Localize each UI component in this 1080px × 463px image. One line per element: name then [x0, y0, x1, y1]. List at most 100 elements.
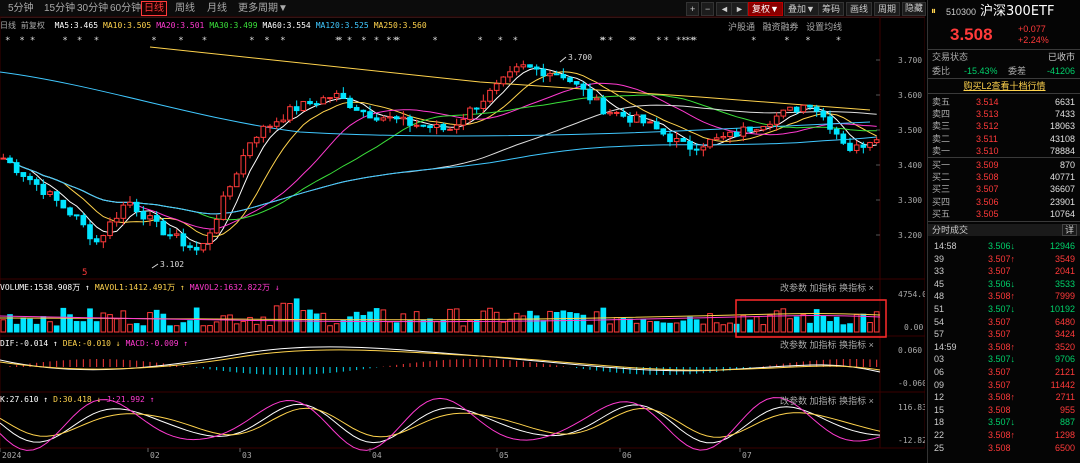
set-ma-button[interactable]: 设置均线: [806, 22, 842, 32]
candle-body: [387, 116, 393, 119]
volume-swap-indicator[interactable]: 换指标: [839, 283, 866, 293]
candle-body: [133, 201, 140, 213]
book-label: 卖五: [932, 97, 951, 107]
trade-price: 3.508: [988, 404, 1011, 415]
candle-body: [560, 74, 567, 79]
volume-legend: VOLUME:1538.908万 ↑ MAVOL1:1412.491万 ↑ MAVO…: [0, 282, 285, 293]
trade-row: 33 3.507 2041: [928, 265, 1080, 278]
candle-body: [653, 121, 660, 130]
bid-row[interactable]: 买四 3.506 23901: [928, 196, 1080, 208]
legend-item: MA120:3.525: [315, 21, 369, 30]
candle-body: [747, 126, 753, 132]
volume-edit-params[interactable]: 改参数: [780, 283, 807, 293]
bid-row[interactable]: 买三 3.507 36607: [928, 183, 1080, 195]
stock-connect-button[interactable]: 沪股通: [728, 22, 755, 32]
volume-bar: [673, 322, 680, 333]
trade-price: 3.507↑: [988, 253, 1016, 264]
margin-trading-button[interactable]: 融资融券: [763, 22, 799, 32]
volume-bar: [87, 308, 93, 333]
volume-bar: [7, 314, 13, 333]
volume-bar: [20, 317, 27, 333]
candle-body: [733, 131, 740, 137]
legend-item: MA250:3.560: [373, 21, 427, 30]
candle-body: [180, 233, 187, 247]
volume-bar: [793, 316, 800, 333]
volume-bar: [47, 321, 53, 333]
ask-row[interactable]: 卖二 3.511 43108: [928, 133, 1080, 145]
low-pointer: [151, 263, 159, 269]
legend-item: DEA:-0.010 ↓: [62, 339, 121, 348]
trade-price: 3.508↑: [988, 291, 1016, 302]
price-axis-label: 3.700: [898, 56, 922, 65]
volume-axis-min: 0.00: [904, 323, 923, 332]
ask-row[interactable]: 卖一 3.510 78884: [928, 145, 1080, 157]
candle-body: [500, 76, 507, 85]
trade-price: 3.507: [988, 366, 1011, 377]
trade-volume: 6480: [1054, 316, 1075, 327]
signal-star: *: [608, 36, 613, 46]
ask-row[interactable]: 卖五 3.514 6631: [928, 96, 1080, 108]
volume-add-indicator[interactable]: 加指标: [810, 283, 837, 293]
trade-price: 3.506↓: [988, 278, 1016, 289]
stock-name: 沪深300ETF: [980, 4, 1055, 19]
candle-body: [713, 137, 720, 140]
volume-bar: [460, 325, 467, 333]
volume-bar: [780, 308, 787, 333]
bid-row[interactable]: 买二 3.508 40771: [928, 171, 1080, 183]
legend-item: MA10:3.505: [103, 21, 152, 30]
ma-line: [3, 67, 877, 245]
volume-bar: [40, 316, 47, 333]
volume-bar: [547, 310, 553, 333]
candle-body: [780, 109, 787, 117]
volume-bar: [340, 319, 347, 333]
bid-row[interactable]: 买五 3.505 10764: [928, 208, 1080, 220]
kdj-add-indicator[interactable]: 加指标: [810, 396, 837, 406]
ask-row[interactable]: 卖四 3.513 7433: [928, 108, 1080, 120]
volume-bar: [687, 316, 693, 333]
macd-swap-indicator[interactable]: 换指标: [839, 340, 866, 350]
volume-bar: [527, 310, 533, 333]
kdj-close-icon[interactable]: ×: [869, 396, 874, 406]
signal-star: *: [361, 36, 366, 46]
ratio-value: -15.43%: [964, 66, 998, 76]
trade-time: 48: [934, 291, 945, 302]
candle-body: [533, 66, 540, 70]
trade-row: 15 3.508 955: [928, 404, 1080, 417]
signal-star: *: [386, 36, 391, 46]
candle-body: [87, 224, 93, 240]
volume-bar: [60, 307, 67, 333]
signal-star: *: [335, 36, 340, 46]
volume-bar: [627, 318, 633, 333]
volume-close-icon[interactable]: ×: [869, 283, 874, 293]
candle-body: [240, 155, 247, 175]
change-percent: +2.24%: [1018, 35, 1049, 45]
book-label: 买一: [932, 160, 951, 170]
trade-volume: 2711: [1055, 392, 1075, 403]
kdj-edit-params[interactable]: 改参数: [780, 396, 807, 406]
book-price: 3.511: [976, 133, 998, 144]
candle-body: [247, 142, 253, 157]
candle-body: [707, 138, 713, 148]
ask-row[interactable]: 卖三 3.512 18063: [928, 120, 1080, 132]
trades-header: 分时成交 详: [928, 224, 1080, 236]
trades-list: 14:58 3.506↓ 12946 39 3.507↑ 3549 33 3.507 2041 4…: [928, 240, 1080, 454]
bid-row[interactable]: 买一 3.509 870: [928, 159, 1080, 171]
legend-item: MA20:3.501: [156, 21, 205, 30]
macd-add-indicator[interactable]: 加指标: [810, 340, 837, 350]
macd-close-icon[interactable]: ×: [869, 340, 874, 350]
book-volume: 40771: [1049, 172, 1075, 183]
signal-star: *: [498, 36, 503, 46]
volume-bar: [180, 322, 187, 333]
volume-bar: [327, 325, 333, 333]
signal-star: *: [751, 36, 756, 46]
kdj-swap-indicator[interactable]: 换指标: [839, 396, 866, 406]
last-price: 3.508: [950, 25, 993, 44]
level2-link[interactable]: 购买L2查看十档行情: [928, 80, 1080, 92]
price-row: 3.508 +0.077 +2.24%: [928, 24, 1080, 46]
volume-bar: [127, 323, 133, 333]
candle-body: [607, 112, 613, 115]
trades-detail-button[interactable]: 详: [1061, 224, 1077, 236]
book-label: 买四: [932, 196, 951, 207]
menu-icon[interactable]: ⏸: [931, 3, 936, 21]
macd-edit-params[interactable]: 改参数: [780, 340, 807, 350]
